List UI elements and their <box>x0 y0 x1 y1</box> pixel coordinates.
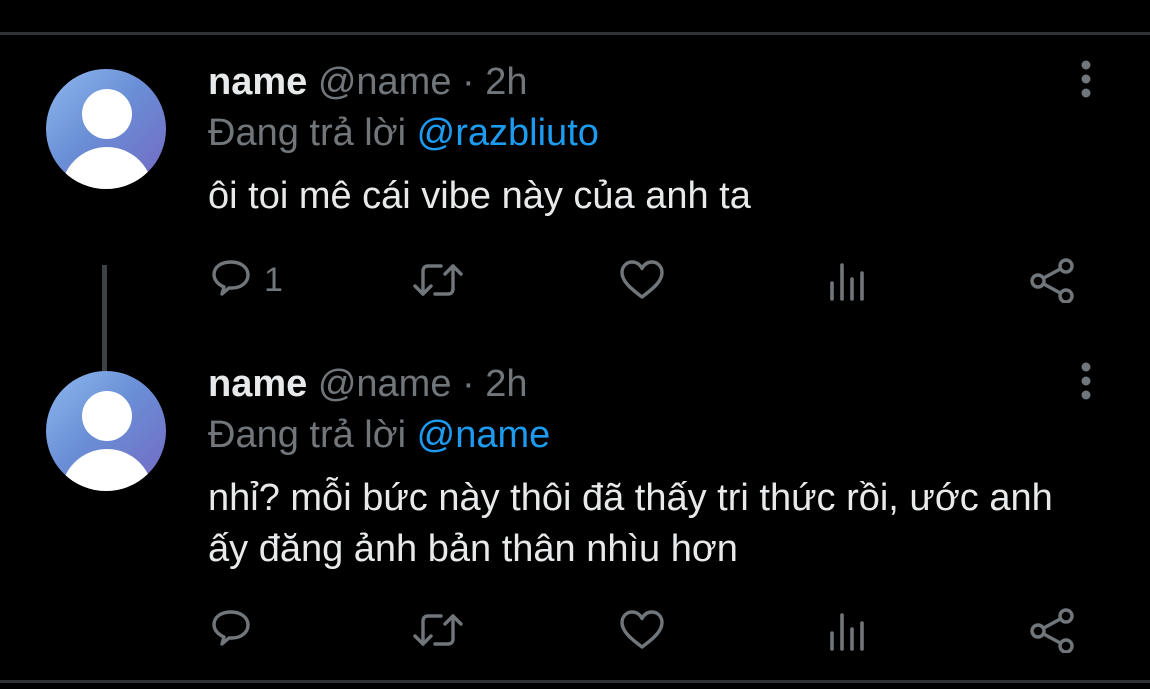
user-handle[interactable]: @name <box>318 363 452 405</box>
more-vertical-icon <box>1081 60 1091 98</box>
retweet-button[interactable] <box>410 605 466 655</box>
views-icon <box>830 263 864 301</box>
replying-to-line: Đang trả lời @name <box>208 411 550 459</box>
user-handle[interactable]: @name <box>318 61 452 103</box>
replying-mention-link[interactable]: @razbliuto <box>417 112 599 154</box>
replying-to-line: Đang trả lời @razbliuto <box>208 109 599 157</box>
share-button[interactable] <box>1026 605 1078 655</box>
like-icon <box>620 610 664 649</box>
display-name[interactable]: name <box>208 363 307 405</box>
separator-dot: · <box>462 363 475 405</box>
replying-mention-link[interactable]: @name <box>417 414 551 456</box>
separator-dot: · <box>462 61 475 103</box>
reply-button[interactable] <box>208 605 264 655</box>
avatar-body-shape <box>61 147 153 189</box>
views-button[interactable] <box>822 605 872 655</box>
views-icon <box>830 613 864 651</box>
like-button[interactable] <box>617 255 667 305</box>
replying-prefix: Đang trả lời <box>208 414 407 456</box>
more-vertical-icon <box>1081 362 1091 400</box>
timestamp[interactable]: 2h <box>485 61 527 103</box>
avatar-body-shape <box>61 449 153 491</box>
share-icon <box>1030 258 1074 303</box>
bottom-divider <box>0 680 1150 683</box>
retweet-button[interactable] <box>410 255 466 305</box>
share-icon <box>1030 608 1074 653</box>
like-button[interactable] <box>617 605 667 655</box>
more-options-button[interactable] <box>1068 357 1104 405</box>
tweet-header: name @name · 2h <box>208 360 528 408</box>
retweet-icon <box>413 264 463 296</box>
reply-icon <box>212 260 250 296</box>
reply-icon <box>212 610 250 646</box>
tweet-actions <box>0 605 1150 655</box>
tweet-text: nhỉ? mỗi bức này thôi đã thấy tri thức r… <box>208 477 1053 570</box>
share-button[interactable] <box>1026 255 1078 305</box>
timestamp[interactable]: 2h <box>485 363 527 405</box>
replying-prefix: Đang trả lời <box>208 112 407 154</box>
tweet-actions: 1 <box>0 255 1150 305</box>
display-name[interactable]: name <box>208 61 307 103</box>
avatar[interactable] <box>46 371 166 491</box>
tweet-thread: name @name · 2h Đang trả lời @razbliuto … <box>0 0 1150 689</box>
more-options-button[interactable] <box>1068 55 1104 103</box>
retweet-icon <box>413 614 463 646</box>
like-icon <box>620 260 664 299</box>
tweet-text: ôi toi mê cái vibe này của anh ta <box>208 175 751 217</box>
reply-count: 1 <box>264 260 283 299</box>
avatar-head-shape <box>82 89 132 139</box>
tweet-header: name @name · 2h <box>208 58 528 106</box>
reply-button[interactable]: 1 <box>208 255 283 305</box>
views-button[interactable] <box>822 255 872 305</box>
avatar-head-shape <box>82 391 132 441</box>
avatar[interactable] <box>46 69 166 189</box>
top-divider <box>0 32 1150 35</box>
